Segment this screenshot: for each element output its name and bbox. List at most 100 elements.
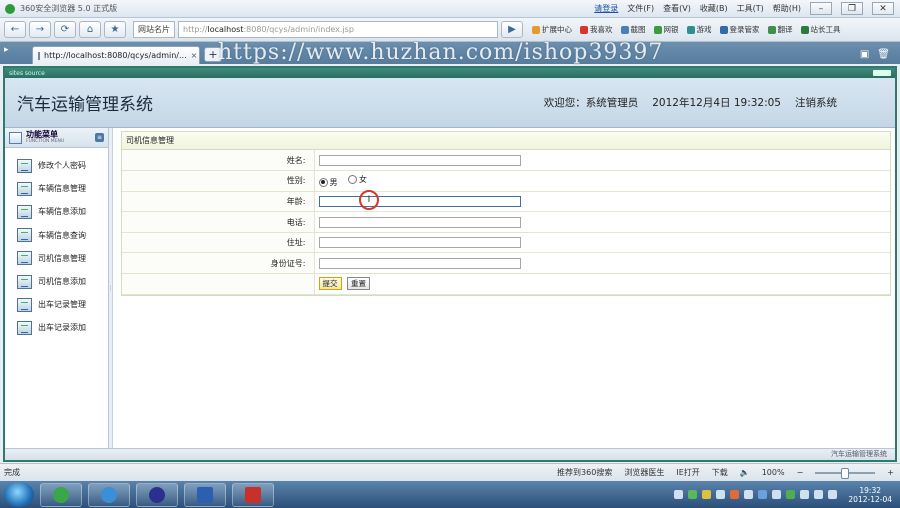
tab-close-icon[interactable]: × xyxy=(191,51,198,60)
trash-icon[interactable]: 🗑 xyxy=(877,49,890,60)
zoom-level[interactable]: 100% xyxy=(762,468,785,477)
app-footer: 汽车运输管理系统 xyxy=(5,448,895,460)
menu-item-trip-manage[interactable]: 出车记录管理 xyxy=(5,293,108,316)
forward-button[interactable]: → xyxy=(29,21,51,38)
menu-item-vehicle-add[interactable]: 车辆信息添加 xyxy=(5,200,108,223)
menu-item-trip-add[interactable]: 出车记录添加 xyxy=(5,316,108,339)
menu-item-vehicle-query[interactable]: 车辆信息查询 xyxy=(5,224,108,247)
tray-icon[interactable] xyxy=(800,490,810,499)
taskbar-ie[interactable] xyxy=(88,482,130,507)
translate-button[interactable]: 翻译 xyxy=(767,24,793,35)
restore-tabs-icon[interactable]: ▣ xyxy=(860,49,869,60)
form-row-address: 住址: xyxy=(122,232,890,254)
menu-file[interactable]: 文件(F) xyxy=(627,3,654,14)
close-window-button[interactable]: ✕ xyxy=(872,2,894,15)
tray-icon[interactable] xyxy=(716,490,726,499)
like-button[interactable]: 我喜欢 xyxy=(580,24,613,35)
taskbar-word[interactable] xyxy=(184,482,226,507)
url-host: localhost xyxy=(207,25,244,34)
mouse-cursor-highlight-icon: I xyxy=(359,190,379,210)
webmaster-tools-button[interactable]: 站长工具 xyxy=(800,24,841,35)
gender-female-radio[interactable]: 女 xyxy=(348,174,367,185)
ie-open-button[interactable]: IE打开 xyxy=(676,467,699,478)
zoom-plus-icon[interactable]: + xyxy=(887,468,894,477)
network-icon[interactable] xyxy=(814,490,824,499)
reset-button[interactable]: 重置 xyxy=(347,277,371,291)
gender-male-radio[interactable]: 男 xyxy=(318,177,338,188)
sidebar-toggle-icon[interactable]: ▸ xyxy=(4,45,20,61)
recommend-search-button[interactable]: 推荐到360搜索 xyxy=(557,467,612,478)
menu-help[interactable]: 帮助(H) xyxy=(773,3,801,14)
site-card-button[interactable]: 网站名片 xyxy=(133,21,175,38)
go-button[interactable]: ▶ xyxy=(501,21,523,38)
bank-button[interactable]: 网银 xyxy=(653,24,679,35)
menu-item-label: 司机信息管理 xyxy=(38,253,86,263)
menu-item-change-password[interactable]: 修改个人密码 xyxy=(5,154,108,177)
extension-center-button[interactable]: 扩展中心 xyxy=(532,24,572,35)
menu-list: 修改个人密码 车辆信息管理 车辆信息添加 车辆信息查询 司机信息管理 司机信息添… xyxy=(5,148,108,340)
taskbar-toolbox[interactable] xyxy=(232,482,274,507)
refresh-button[interactable]: ⟳ xyxy=(54,21,76,38)
browser-doctor-button[interactable]: 浏览器医生 xyxy=(624,467,664,478)
menu-item-label: 修改个人密码 xyxy=(38,161,86,171)
address-input[interactable] xyxy=(318,237,521,249)
taskbar-eclipse[interactable] xyxy=(136,482,178,507)
status-text: 完成 xyxy=(4,468,20,477)
speaker-icon[interactable] xyxy=(828,490,838,499)
name-input[interactable] xyxy=(318,154,521,166)
driver-form-panel: 司机信息管理 姓名: 性别: 男 女 年龄: 电话: 住址: 身份证号: 提交 … xyxy=(121,131,891,296)
phone-input[interactable] xyxy=(318,216,521,228)
menu-tools[interactable]: 工具(T) xyxy=(737,3,764,14)
start-button[interactable] xyxy=(4,482,34,507)
collapse-menu-icon[interactable]: ≡ xyxy=(95,133,104,142)
tray-icon[interactable] xyxy=(758,490,768,499)
browser-logo-icon xyxy=(5,3,15,14)
form-row-gender: 性别: 男 女 xyxy=(122,170,890,192)
tray-icon[interactable] xyxy=(702,490,712,499)
toolbox-icon xyxy=(245,486,261,503)
login-link[interactable]: 请登录 xyxy=(594,3,618,14)
menu-favorites[interactable]: 收藏(B) xyxy=(700,3,728,14)
login-manager-label: 登录管家 xyxy=(729,25,760,34)
tray-icon[interactable] xyxy=(744,490,754,499)
volume-icon[interactable]: 🔈 xyxy=(740,468,750,477)
submit-button[interactable]: 提交 xyxy=(318,277,342,291)
frame-controls[interactable] xyxy=(873,70,891,76)
gender-female-label: 女 xyxy=(359,175,368,185)
address-label: 住址: xyxy=(122,232,315,254)
screenshot-button[interactable]: 截图 xyxy=(620,24,646,35)
address-bar[interactable]: http:// localhost :8080/qcys/admin/index… xyxy=(178,21,498,38)
taskbar-360-browser[interactable] xyxy=(40,482,82,507)
radio-empty-icon xyxy=(348,175,358,185)
home-button[interactable]: ⌂ xyxy=(79,21,101,38)
menu-item-driver-manage[interactable]: 司机信息管理 xyxy=(5,247,108,270)
tray-icon[interactable] xyxy=(688,490,698,499)
webmaster-tools-label: 站长工具 xyxy=(810,25,841,34)
zoom-minus-icon[interactable]: − xyxy=(797,468,804,477)
idcard-input[interactable] xyxy=(318,257,521,269)
tray-icon[interactable] xyxy=(730,490,740,499)
tray-icon[interactable] xyxy=(772,490,782,499)
maximize-button[interactable]: ❐ xyxy=(841,2,863,15)
taskbar-clock[interactable]: 19:32 2012-12-04 xyxy=(848,486,892,504)
favorite-star-button[interactable]: ★ xyxy=(104,21,126,38)
welcome-text: 欢迎您：系统管理员 xyxy=(543,97,639,109)
panel-title: 司机信息管理 xyxy=(122,132,890,150)
globe-icon xyxy=(800,26,809,34)
back-button[interactable]: ← xyxy=(4,21,26,38)
download-button[interactable]: 下载 xyxy=(712,467,728,478)
games-button[interactable]: 游戏 xyxy=(686,24,712,35)
logout-link[interactable]: 注销系统 xyxy=(795,95,837,110)
tray-icon[interactable] xyxy=(786,490,796,499)
age-input[interactable] xyxy=(318,195,521,207)
translate-icon xyxy=(767,26,776,34)
menu-item-driver-add[interactable]: 司机信息添加 xyxy=(5,270,108,293)
zoom-slider[interactable] xyxy=(815,467,876,479)
menu-view[interactable]: 查看(V) xyxy=(663,3,691,14)
radio-selected-icon xyxy=(318,177,328,187)
menu-item-vehicle-manage[interactable]: 车辆信息管理 xyxy=(5,177,108,200)
minimize-button[interactable]: – xyxy=(810,2,832,15)
login-manager-button[interactable]: 登录管家 xyxy=(719,24,760,35)
tab-current[interactable]: http://localhost:8080/qcys/admin/... × xyxy=(32,46,200,64)
tray-icon[interactable] xyxy=(674,490,684,499)
